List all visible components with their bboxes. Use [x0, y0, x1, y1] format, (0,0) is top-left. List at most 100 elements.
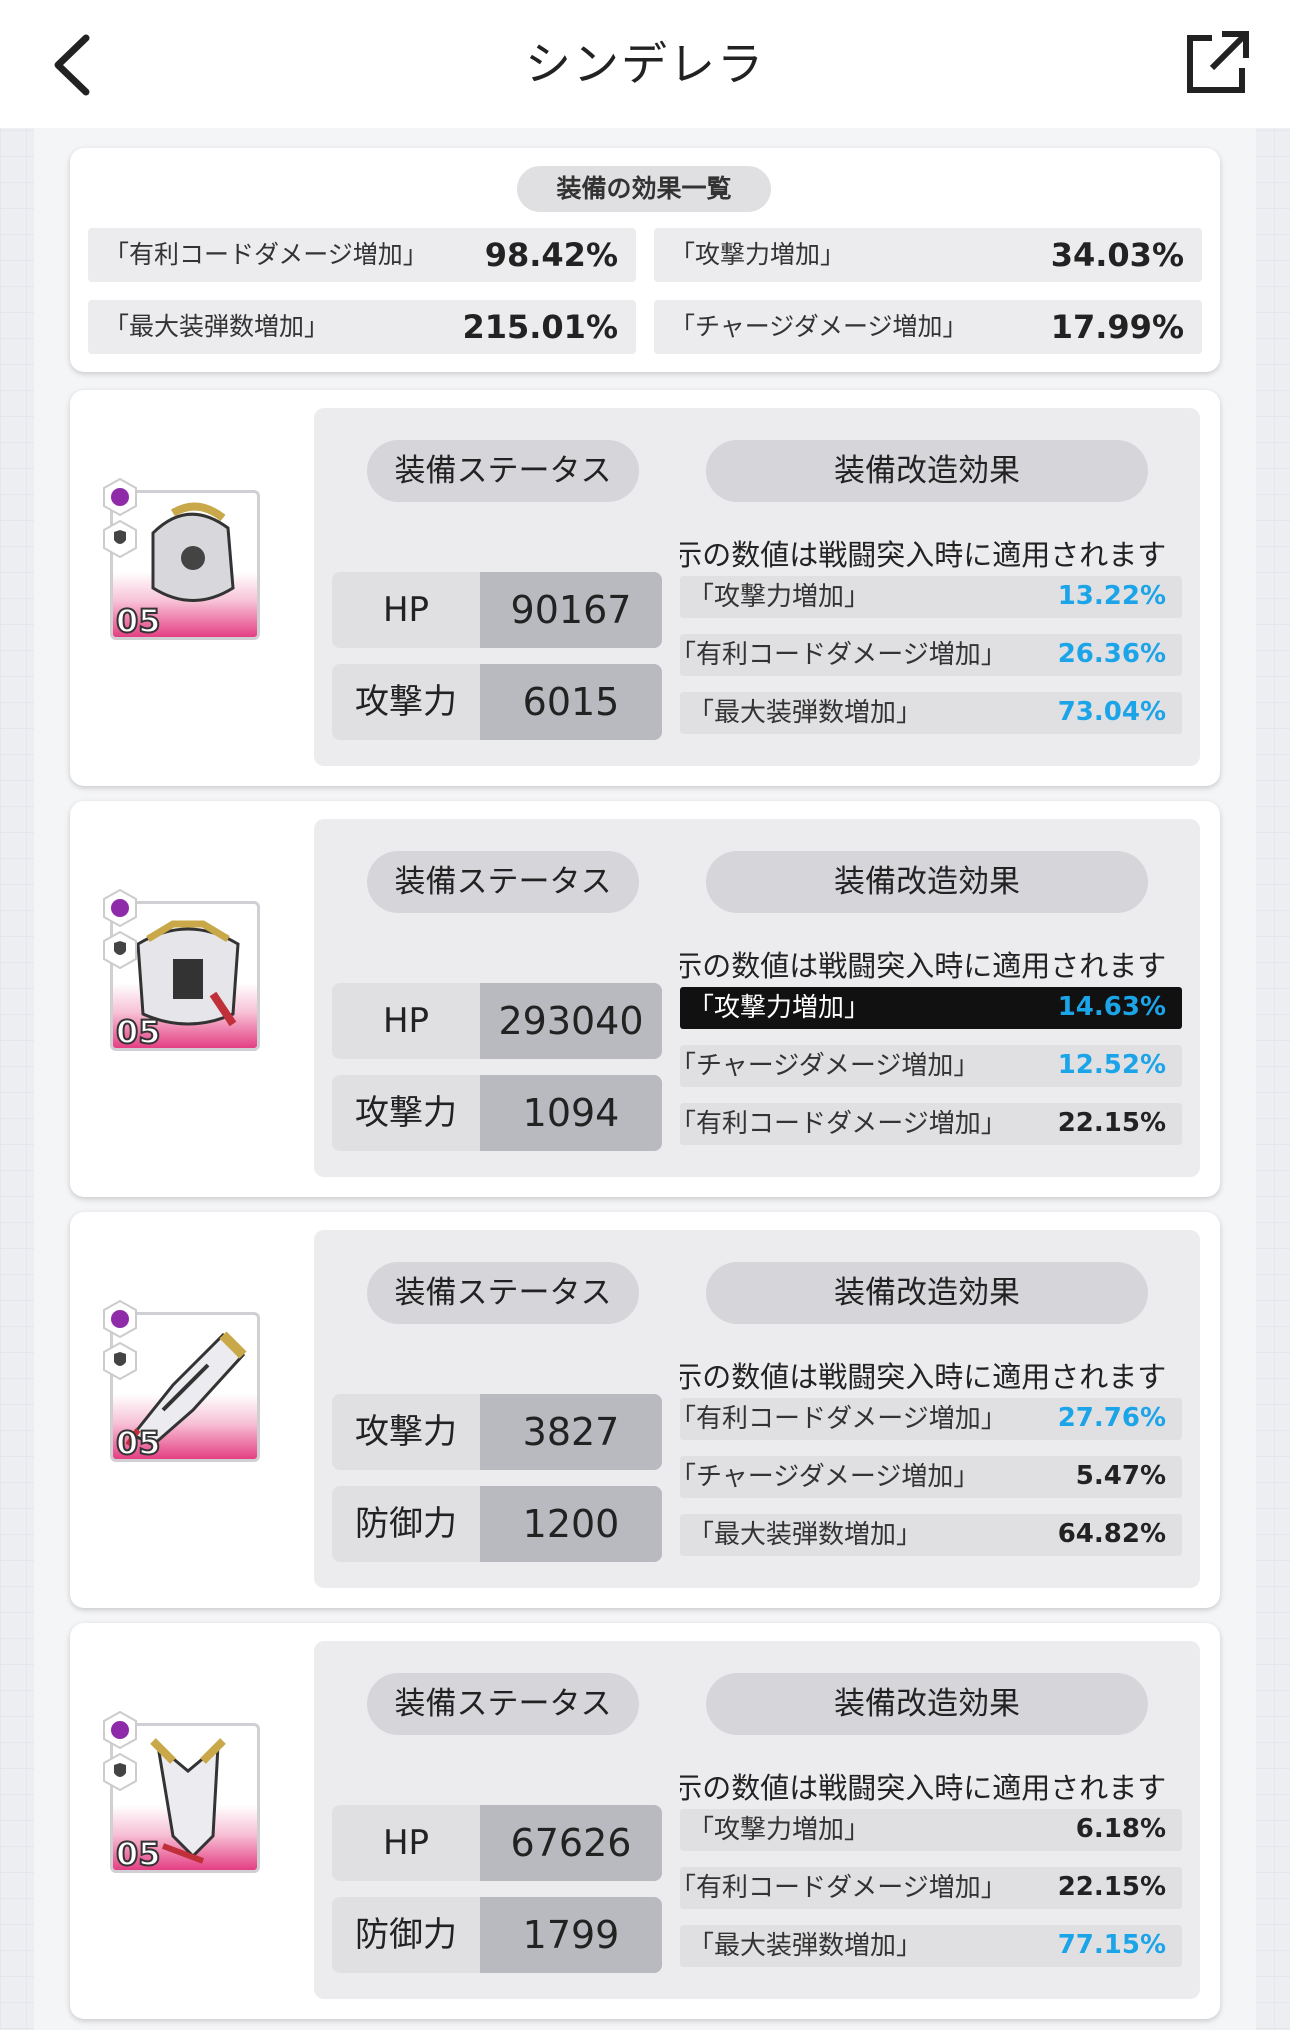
tab-equipment-status[interactable]: 装備ステータス [367, 851, 639, 913]
stat-value: 1200 [480, 1486, 662, 1562]
summary-item-value: 215.01% [462, 308, 618, 346]
summary-item: 「最大装弾数増加」 215.01% [88, 300, 636, 354]
effect-row[interactable]: 「最大装弾数増加」 64.82% [680, 1514, 1182, 1556]
equipment-card-head[interactable]: 05 装備ステータス 装備改造効果 ※表示の数値は戦闘突入時に適用されます HP… [70, 390, 1220, 786]
equipment-icon[interactable]: 05 [103, 1300, 260, 1463]
effect-value: 77.15% [1057, 1930, 1166, 1960]
effect-value: 73.04% [1057, 697, 1166, 727]
stat-row: 攻撃力 1094 [332, 1075, 662, 1151]
shield-hex-icon [103, 1753, 137, 1791]
tab-equipment-mod[interactable]: 装備改造効果 [706, 851, 1148, 913]
stat-value: 6015 [480, 664, 662, 740]
stat-key: 攻撃力 [332, 1075, 480, 1151]
effect-row[interactable]: 「攻撃力増加」 6.18% [680, 1809, 1182, 1851]
stat-value: 293040 [480, 983, 662, 1059]
equipment-icon[interactable]: 05 [103, 1711, 260, 1874]
effect-value: 5.47% [1075, 1461, 1166, 1491]
effect-value: 27.76% [1057, 1403, 1166, 1433]
equipment-icon[interactable]: 05 [103, 889, 260, 1052]
stat-key: HP [332, 572, 480, 648]
summary-item: 「攻撃力増加」 34.03% [654, 228, 1202, 282]
stat-key: 攻撃力 [332, 664, 480, 740]
effect-row-selected[interactable]: 「攻撃力増加」 14.63% [680, 987, 1182, 1029]
equipment-card-leg[interactable]: 05 装備ステータス 装備改造効果 ※表示の数値は戦闘突入時に適用されます HP… [70, 1623, 1220, 2019]
effect-label: 「最大装弾数増加」 [688, 698, 923, 728]
tab-equipment-mod[interactable]: 装備改造効果 [706, 1673, 1148, 1735]
equipment-level: 05 [115, 601, 162, 641]
tab-equipment-mod[interactable]: 装備改造効果 [706, 1262, 1148, 1324]
equipment-icon[interactable]: 05 [103, 478, 260, 641]
summary-item-label: 「最大装弾数増加」 [104, 312, 330, 341]
summary-item-label: 「チャージダメージ増加」 [670, 312, 968, 341]
equipment-card-arm[interactable]: 05 装備ステータス 装備改造効果 ※表示の数値は戦闘突入時に適用されます 攻撃… [70, 1212, 1220, 1608]
apply-note: ※表示の数値は戦闘突入時に適用されます [680, 1360, 1167, 1394]
summary-item: 「チャージダメージ増加」 17.99% [654, 300, 1202, 354]
equipment-panel: 装備ステータス 装備改造効果 ※表示の数値は戦闘突入時に適用されます HP 29… [314, 819, 1200, 1177]
stat-row: 攻撃力 6015 [332, 664, 662, 740]
effect-value: 64.82% [1057, 1519, 1166, 1549]
shield-hex-icon [103, 1342, 137, 1380]
effect-label: 「攻撃力増加」 [688, 1815, 871, 1845]
effect-label: 「チャージダメージ増加」 [670, 1051, 980, 1081]
effect-row[interactable]: 「チャージダメージ増加」 12.52% [670, 1045, 1182, 1087]
effect-label: 「有利コードダメージ増加」 [670, 1404, 1007, 1434]
summary-item-value: 34.03% [1050, 236, 1184, 274]
top-bar: シンデレラ [0, 0, 1290, 128]
effect-row[interactable]: 「有利コードダメージ増加」 22.15% [670, 1103, 1182, 1145]
summary-item-value: 17.99% [1050, 308, 1184, 346]
stat-key: HP [332, 983, 480, 1059]
effect-value: 13.22% [1057, 581, 1166, 611]
equipment-panel: 装備ステータス 装備改造効果 ※表示の数値は戦闘突入時に適用されます HP 67… [314, 1641, 1200, 1999]
stat-value: 1094 [480, 1075, 662, 1151]
equipment-panel: 装備ステータス 装備改造効果 ※表示の数値は戦闘突入時に適用されます 攻撃力 3… [314, 1230, 1200, 1588]
apply-note: ※表示の数値は戦闘突入時に適用されます [680, 949, 1167, 983]
effect-value: 22.15% [1057, 1108, 1166, 1138]
summary-item-label: 「攻撃力増加」 [670, 240, 846, 269]
effect-label: 「攻撃力増加」 [688, 582, 871, 612]
stat-key: 防御力 [332, 1486, 480, 1562]
effect-value: 26.36% [1057, 639, 1166, 669]
effect-row[interactable]: 「攻撃力増加」 13.22% [680, 576, 1182, 618]
effect-value: 12.52% [1057, 1050, 1166, 1080]
effect-row[interactable]: 「有利コードダメージ増加」 27.76% [670, 1398, 1182, 1440]
equipment-card-body[interactable]: 05 装備ステータス 装備改造効果 ※表示の数値は戦闘突入時に適用されます HP… [70, 801, 1220, 1197]
effect-label: 「有利コードダメージ増加」 [670, 1109, 1007, 1139]
effect-label: 「有利コードダメージ増加」 [670, 640, 1007, 670]
page-title: シンデレラ [525, 37, 765, 91]
equipment-level: 05 [115, 1834, 162, 1874]
summary-item-label: 「有利コードダメージ増加」 [104, 240, 428, 269]
stat-row: 防御力 1799 [332, 1897, 662, 1973]
apply-note: ※表示の数値は戦闘突入時に適用されます [680, 538, 1167, 572]
stat-row: 攻撃力 3827 [332, 1394, 662, 1470]
summary-title: 装備の効果一覧 [517, 166, 771, 212]
effect-label: 「チャージダメージ増加」 [670, 1462, 980, 1492]
stat-value: 90167 [480, 572, 662, 648]
tab-equipment-status[interactable]: 装備ステータス [367, 1673, 639, 1735]
tab-equipment-status[interactable]: 装備ステータス [367, 440, 639, 502]
effect-label: 「最大装弾数増加」 [688, 1520, 923, 1550]
stat-key: 攻撃力 [332, 1394, 480, 1470]
shield-hex-icon [103, 520, 137, 558]
effect-row[interactable]: 「有利コードダメージ増加」 26.36% [670, 634, 1182, 676]
effect-row[interactable]: 「有利コードダメージ増加」 22.15% [670, 1867, 1182, 1909]
stat-key: HP [332, 1805, 480, 1881]
effect-label: 「最大装弾数増加」 [688, 1931, 923, 1961]
summary-item-value: 98.42% [484, 236, 618, 274]
effect-row[interactable]: 「最大装弾数増加」 77.15% [680, 1925, 1182, 1967]
share-external-icon[interactable] [1182, 28, 1252, 98]
stat-key: 防御力 [332, 1897, 480, 1973]
equipment-panel: 装備ステータス 装備改造効果 ※表示の数値は戦闘突入時に適用されます HP 90… [314, 408, 1200, 766]
equipment-level: 05 [115, 1012, 162, 1052]
effect-row[interactable]: 「最大装弾数増加」 73.04% [680, 692, 1182, 734]
rarity-hex-icon [103, 1300, 137, 1338]
effect-value: 6.18% [1075, 1814, 1166, 1844]
tab-equipment-mod[interactable]: 装備改造効果 [706, 440, 1148, 502]
stat-value: 1799 [480, 1897, 662, 1973]
stat-value: 3827 [480, 1394, 662, 1470]
effect-label: 「有利コードダメージ増加」 [670, 1873, 1007, 1903]
tab-equipment-status[interactable]: 装備ステータス [367, 1262, 639, 1324]
effect-row[interactable]: 「チャージダメージ増加」 5.47% [670, 1456, 1182, 1498]
rarity-hex-icon [103, 889, 137, 927]
effect-value: 14.63% [1057, 992, 1166, 1022]
stat-value: 67626 [480, 1805, 662, 1881]
